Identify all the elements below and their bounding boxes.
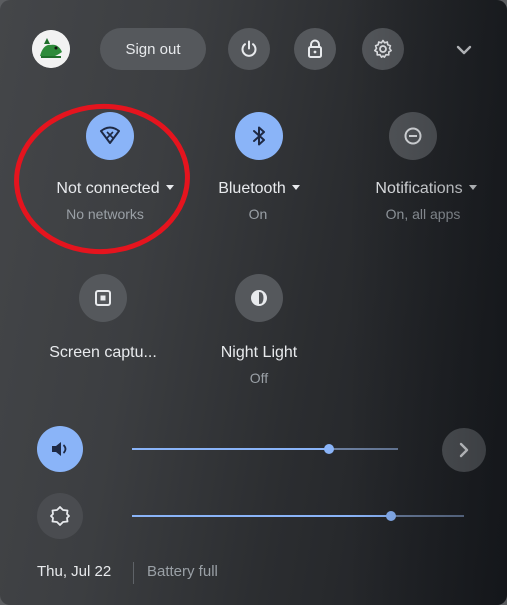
settings-button[interactable] xyxy=(362,28,404,70)
battery-status: Battery full xyxy=(147,563,218,580)
avatar-image xyxy=(32,30,70,68)
screen-capture-label: Screen captu... xyxy=(49,344,157,361)
brightness-button xyxy=(37,493,83,539)
volume-icon xyxy=(52,442,67,456)
notifications-toggle[interactable] xyxy=(389,112,437,160)
volume-slider-knob[interactable] xyxy=(323,444,334,454)
audio-settings-button[interactable] xyxy=(442,428,486,472)
avatar[interactable] xyxy=(32,30,70,68)
volume-slider-fill[interactable] xyxy=(132,448,329,450)
bluetooth-icon xyxy=(253,126,265,146)
caret-down-icon xyxy=(291,185,300,190)
notifications-icon xyxy=(404,127,422,145)
caret-down-icon xyxy=(468,185,477,190)
brightness-slider-rest[interactable] xyxy=(390,515,464,517)
power-button[interactable] xyxy=(228,28,270,70)
annotation-circle xyxy=(8,98,196,260)
quick-settings-panel: Sign out Not connected No networks Bluet… xyxy=(0,0,507,605)
volume-mute-button[interactable] xyxy=(37,426,83,472)
power-icon xyxy=(241,40,257,57)
night-light-label: Night Light xyxy=(220,344,298,361)
lock-icon xyxy=(308,39,322,58)
notifications-status: On, all apps xyxy=(385,206,461,222)
night-light-toggle[interactable] xyxy=(235,274,283,322)
bluetooth-toggle[interactable] xyxy=(235,112,283,160)
screen-capture-button[interactable] xyxy=(79,274,127,322)
brightness-slider-fill[interactable] xyxy=(132,515,391,517)
bluetooth-menu[interactable]: Bluetooth xyxy=(204,180,314,198)
night-light-status: Off xyxy=(249,370,269,386)
notifications-menu[interactable]: Notifications xyxy=(355,180,497,198)
chevron-down-icon xyxy=(456,45,472,55)
lock-button[interactable] xyxy=(294,28,336,70)
sign-out-label: Sign out xyxy=(125,40,181,58)
footer-divider xyxy=(133,562,134,584)
gear-icon xyxy=(374,39,392,58)
brightness-icon xyxy=(50,506,70,526)
bluetooth-label: Bluetooth xyxy=(218,180,286,197)
bluetooth-status: On xyxy=(248,206,268,222)
screen-capture-icon xyxy=(95,290,111,306)
date-label[interactable]: Thu, Jul 22 xyxy=(37,563,111,580)
collapse-button[interactable] xyxy=(452,38,476,62)
chevron-right-icon xyxy=(459,442,469,458)
sign-out-button[interactable]: Sign out xyxy=(100,28,206,70)
notifications-label: Notifications xyxy=(375,180,463,197)
volume-slider-rest[interactable] xyxy=(328,448,398,450)
night-light-icon xyxy=(251,290,267,306)
brightness-slider-knob[interactable] xyxy=(385,511,396,521)
